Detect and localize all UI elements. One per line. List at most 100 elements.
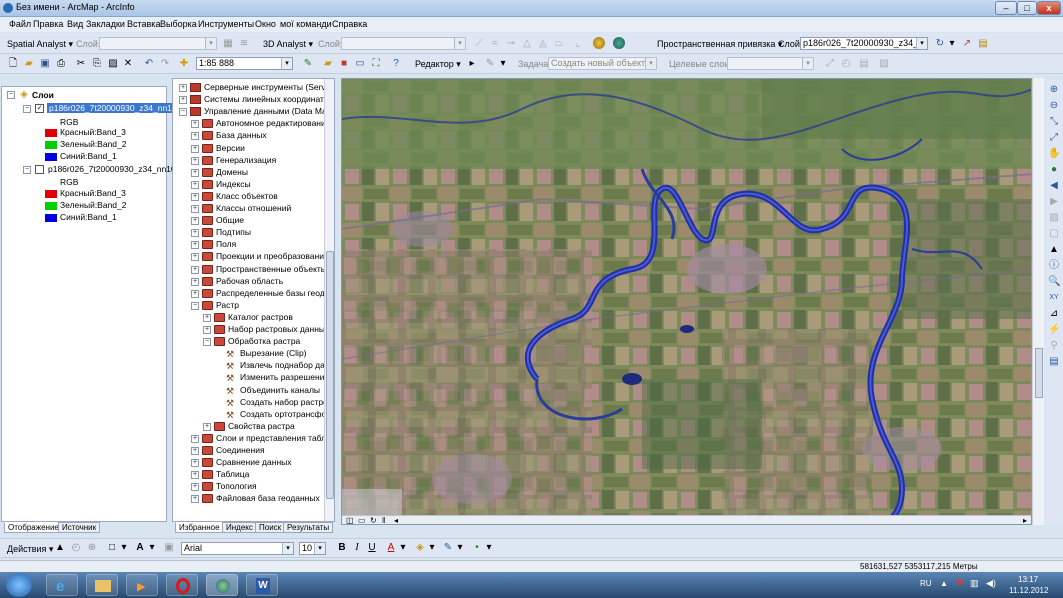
histogram-icon[interactable]: ▦: [222, 38, 234, 50]
tree-expand-toggle[interactable]: +: [191, 447, 199, 455]
copy-icon[interactable]: ⎘: [91, 58, 103, 70]
toolbox-item-label[interactable]: Версии: [216, 143, 245, 153]
tree-expand-toggle[interactable]: +: [191, 483, 199, 492]
tree-expand-toggle[interactable]: +: [191, 205, 199, 213]
find-icon[interactable]: 🔍: [1048, 276, 1060, 288]
menu-tools[interactable]: Инструменты: [198, 19, 254, 29]
chevron-down-icon[interactable]: ▾: [454, 542, 466, 554]
minimize-button[interactable]: –: [995, 1, 1017, 15]
interpolate-point-icon[interactable]: ◬: [537, 38, 549, 50]
interpolate-line-icon[interactable]: △: [521, 38, 533, 50]
actions-menu[interactable]: Действия ▾: [7, 544, 53, 555]
arctoolbox-icon[interactable]: ■: [338, 58, 350, 70]
text-tool-icon[interactable]: A: [134, 542, 146, 554]
font-size-combo[interactable]: 10 ▾: [299, 542, 326, 555]
3d-analyst-menu[interactable]: 3D Analyst ▾: [263, 39, 313, 50]
chevron-down-icon[interactable]: ▾: [483, 542, 495, 554]
opera-icon[interactable]: [166, 574, 198, 596]
line-of-sight-icon[interactable]: ⊸: [505, 38, 517, 50]
editor-menu[interactable]: Редактор ▾: [415, 59, 461, 70]
toolbox-item-label[interactable]: Рабочая область: [216, 276, 283, 286]
toolbox-item-label[interactable]: Поля: [216, 239, 236, 249]
menu-insert[interactable]: Вставка: [127, 19, 160, 29]
zoom-out-icon[interactable]: ⊖: [1048, 100, 1060, 112]
fixed-zoom-in-icon[interactable]: ⤡: [1048, 116, 1060, 128]
data-view-icon[interactable]: ◫: [346, 516, 354, 524]
toolbox-item-label[interactable]: Файловая база геоданных: [216, 493, 320, 503]
action-center-icon[interactable]: ⚑: [956, 578, 964, 589]
file-explorer-icon[interactable]: [86, 574, 118, 596]
toolbox-item-label[interactable]: Соединения: [216, 445, 265, 455]
toolbox-item-label[interactable]: Каталог растров: [228, 312, 293, 322]
add-control-points-icon[interactable]: ↗: [961, 38, 973, 50]
toolbox-item-label[interactable]: Класс объектов: [216, 191, 278, 201]
layer-1-checkbox[interactable]: ✓: [35, 104, 44, 113]
chevron-down-icon[interactable]: ▾: [497, 58, 509, 70]
bold-button[interactable]: B: [336, 542, 348, 554]
toolbox-item-label[interactable]: Растр: [216, 300, 239, 310]
measure-icon[interactable]: ⊿: [1048, 308, 1060, 320]
tab-search[interactable]: Поиск: [255, 522, 286, 533]
line-color-icon[interactable]: ✎: [442, 542, 454, 554]
toolbox-item-label[interactable]: Изменить разрешени: [240, 372, 324, 382]
menu-edit[interactable]: Правка: [33, 19, 63, 29]
chevron-down-icon[interactable]: ▾: [397, 542, 409, 554]
layer-2-name[interactable]: p186r026_7t20000930_z34_nn10: [48, 164, 176, 174]
toolbox-item-label[interactable]: Автономное редактирование: [216, 118, 330, 128]
tab-index[interactable]: Индекс: [222, 522, 257, 533]
task-combo[interactable]: Создать новый объект ▾: [548, 57, 657, 70]
tree-expand-toggle[interactable]: +: [203, 313, 211, 322]
chevron-down-icon[interactable]: ▾: [946, 38, 958, 50]
toolbox-item-label[interactable]: Сравнение данных: [216, 457, 292, 467]
toolbox-item-label[interactable]: Домены: [216, 167, 248, 177]
menu-selection[interactable]: Выборка: [160, 19, 197, 29]
chevron-down-icon[interactable]: ▾: [426, 542, 438, 554]
collapse-toggle[interactable]: −: [7, 91, 15, 99]
georeferencing-menu[interactable]: Пространственная привязка ▾: [657, 39, 782, 50]
font-color-icon[interactable]: A: [385, 542, 397, 554]
menu-help[interactable]: Справка: [332, 19, 367, 29]
arcmap-taskbar-icon[interactable]: [206, 574, 238, 596]
language-indicator[interactable]: RU: [920, 579, 932, 588]
tab-display[interactable]: Отображение: [4, 522, 63, 533]
paste-icon[interactable]: ▨: [107, 58, 119, 70]
hyperlink-icon[interactable]: ⚡: [1048, 324, 1060, 336]
tree-expand-toggle[interactable]: +: [191, 229, 199, 238]
layer-1-name[interactable]: p186r026_7t20000930_z34_nn102: [47, 103, 184, 113]
tree-expand-toggle[interactable]: +: [191, 192, 199, 201]
select-elements-icon[interactable]: ▲: [54, 542, 66, 554]
select-elements-icon[interactable]: ▲: [1048, 244, 1060, 256]
layer-2-toggle[interactable]: −: [23, 166, 31, 174]
add-data-icon[interactable]: ✚: [178, 58, 190, 70]
toolbox-item-label[interactable]: Индексы: [216, 179, 251, 189]
layer-1-toggle[interactable]: −: [23, 105, 31, 113]
toolbox-item-label[interactable]: Общие: [216, 215, 244, 225]
tree-expand-toggle[interactable]: +: [191, 241, 199, 250]
rotate-tool-icon[interactable]: ◴: [840, 58, 852, 70]
3d-layer-combo[interactable]: ▾: [341, 37, 466, 50]
menu-bookmarks[interactable]: Закладки: [86, 19, 125, 29]
link-table-icon[interactable]: ▤: [977, 38, 989, 50]
refresh-icon[interactable]: ↻: [370, 516, 377, 524]
fixed-zoom-out-icon[interactable]: ⤢: [1048, 132, 1060, 144]
toolbox-item-label[interactable]: Проекции и преобразования: [216, 251, 329, 261]
toolbox-item-label[interactable]: Вырезание (Clip): [240, 348, 307, 358]
time-slider-icon[interactable]: ▤: [1048, 356, 1060, 368]
tree-expand-toggle[interactable]: +: [179, 84, 187, 92]
editor-toolbar-icon[interactable]: ✎: [302, 58, 314, 70]
georef-layer-combo[interactable]: p186r026_7t20000930_z34_nn10 ▾: [800, 37, 928, 50]
html-popup-icon[interactable]: ⚲: [1048, 340, 1060, 352]
rotate-element-icon[interactable]: ◴: [70, 542, 82, 554]
volume-icon[interactable]: ◀): [986, 578, 996, 589]
menu-file[interactable]: Файл: [9, 19, 31, 29]
rotate-icon[interactable]: ↻: [934, 38, 946, 50]
command-line-icon[interactable]: ▭: [354, 58, 366, 70]
new-text-icon[interactable]: ▣: [163, 542, 175, 554]
marker-color-icon[interactable]: •: [471, 542, 483, 554]
clear-selection-icon[interactable]: ▢: [1048, 228, 1060, 240]
toolbox-item-label[interactable]: Слои и представления табли: [216, 433, 331, 443]
target-combo[interactable]: ▾: [727, 57, 814, 70]
toolbox-item-label[interactable]: Топология: [216, 481, 257, 491]
toolbox-item-label[interactable]: Создать ортотрансфо: [240, 409, 326, 419]
toolbox-item-label[interactable]: Извлечь поднабор да: [240, 360, 325, 370]
